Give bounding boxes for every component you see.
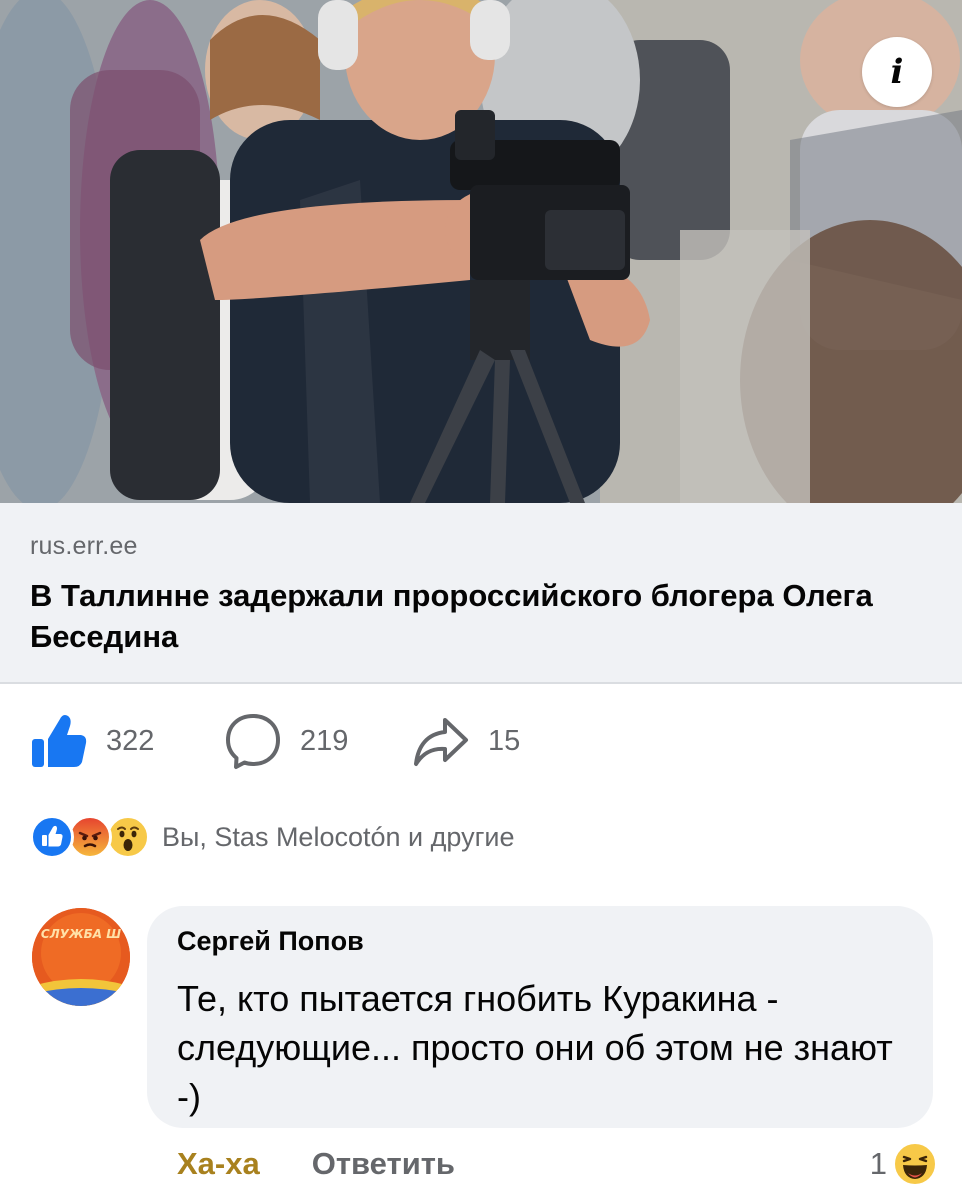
info-button[interactable]: i [862, 37, 932, 107]
commenter-avatar[interactable]: СЛУЖБА Ш [32, 908, 130, 1006]
info-icon: i [890, 52, 904, 92]
avatar-text: СЛУЖБА Ш [41, 927, 121, 941]
comments-count: 219 [300, 724, 349, 757]
comment-reply-button[interactable]: Ответить [312, 1146, 455, 1182]
share-button[interactable]: 15 [412, 708, 552, 774]
photo-illustration [0, 0, 962, 503]
wow-reaction-icon [106, 815, 150, 859]
avatar-emblem: СЛУЖБА Ш [32, 908, 130, 1006]
comment-text: Те, кто пытается гнобить Куракина - след… [177, 978, 893, 1117]
reaction-icons [30, 815, 154, 859]
link-title[interactable]: В Таллинне задержали пророссийского блог… [30, 575, 930, 657]
comment-button[interactable]: 219 [224, 708, 412, 774]
comment-bubble[interactable]: Сергей Попов Те, кто пытается гнобить Ку… [147, 906, 933, 1128]
comment-reaction-number: 1 [869, 1146, 887, 1181]
link-domain: rus.err.ee [30, 532, 138, 560]
thumbs-up-icon [32, 715, 87, 767]
post-page: i rus.err.ee В Таллинне задержали пророс… [0, 0, 962, 1200]
reactions-summary[interactable]: Вы, Stas Melocotón и другие [30, 812, 515, 862]
comment-reaction-count[interactable]: 1 [870, 1142, 937, 1186]
comment-bubble-icon [226, 714, 280, 769]
link-preview-meta[interactable]: rus.err.ee В Таллинне задержали проросси… [0, 503, 962, 684]
comment-react-button[interactable]: Ха-ха [177, 1146, 260, 1182]
post-action-bar: 322 219 15 [30, 708, 552, 774]
angry-reaction-icon [68, 815, 112, 859]
like-reaction-icon [30, 815, 74, 859]
like-button[interactable]: 322 [30, 708, 224, 774]
likes-count: 322 [106, 724, 155, 757]
shares-count: 15 [488, 724, 521, 757]
comment-author[interactable]: Сергей Попов [177, 926, 903, 964]
comment-actions: Ха-ха Ответить 1 [177, 1138, 937, 1190]
share-arrow-icon [414, 718, 468, 766]
reactions-summary-text: Вы, Stas Melocotón и другие [162, 821, 515, 852]
link-preview-image[interactable]: i [0, 0, 962, 503]
haha-reaction-icon [893, 1142, 937, 1186]
